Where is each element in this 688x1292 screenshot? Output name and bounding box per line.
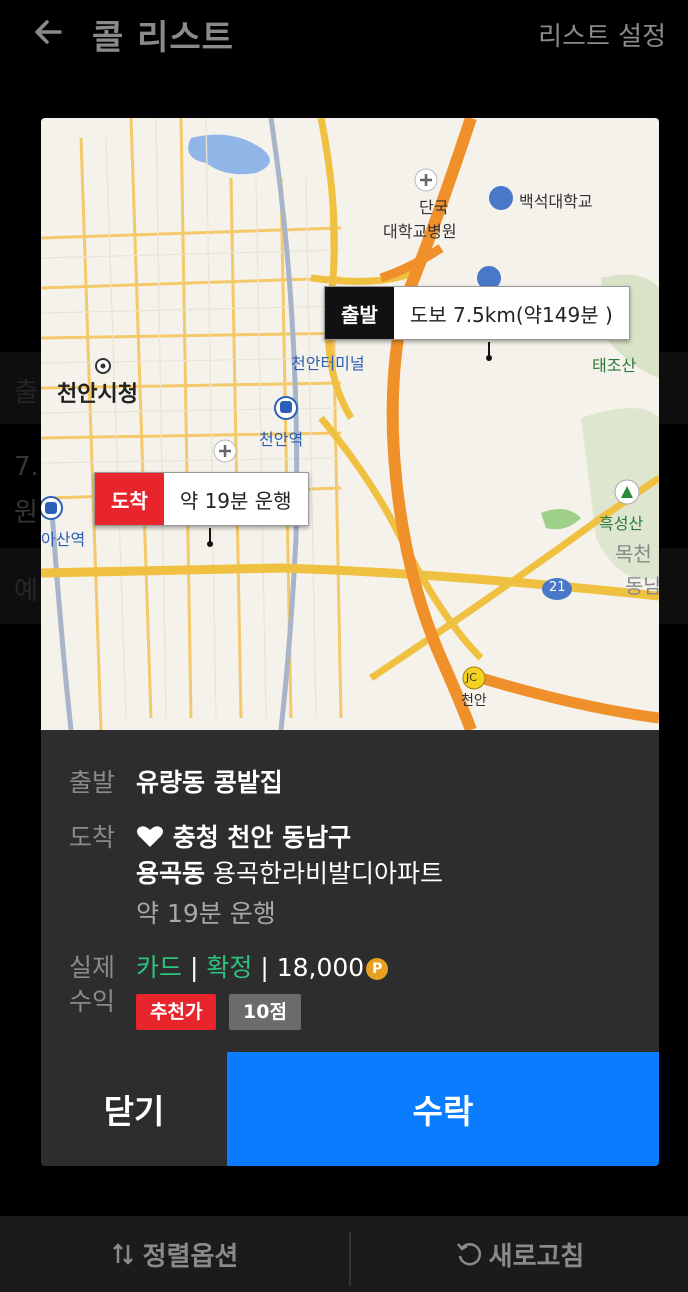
fare-amount: 18,000	[276, 953, 365, 982]
accept-button[interactable]: 수락	[227, 1052, 659, 1166]
departure-distance: 도보 7.5km(약149분 )	[409, 302, 613, 327]
arrival-duration-text: 약 19분 운행	[136, 899, 276, 928]
separator: |	[189, 953, 199, 982]
sort-options-label: 정렬옵션	[142, 1241, 239, 1272]
map-label: 태조산	[592, 356, 637, 375]
arrival-callout[interactable]: 도착 약 19분 운행	[94, 472, 309, 526]
refresh-button[interactable]: 새로고침	[351, 1216, 688, 1292]
payment-status: 확정	[206, 953, 253, 982]
bottom-bar: 정렬옵션 새로고침	[0, 1216, 688, 1292]
departure-value: 유량동 콩밭집	[136, 768, 283, 797]
refresh-label: 새로고침	[488, 1241, 585, 1272]
departure-callout[interactable]: 출발 도보 7.5km(약149분 )	[324, 286, 630, 340]
sort-options-button[interactable]: 정렬옵션	[0, 1216, 349, 1292]
page-title: 콜 리스트	[92, 18, 234, 58]
arrival-place: 용곡한라비발디아파트	[212, 859, 443, 888]
refresh-icon	[456, 1243, 481, 1266]
departure-tag: 출발	[325, 287, 394, 339]
list-settings-button[interactable]: 리스트 설정	[538, 16, 666, 53]
arrival-duration: 약 19분 운행	[179, 488, 292, 513]
arrival-region: 충청 천안 동남구	[172, 823, 352, 852]
map-label: 동남	[625, 574, 659, 598]
arrival-label: 도착	[69, 823, 116, 852]
departure-pin	[486, 342, 492, 361]
profit-value: 카드 | 확정 | 18,000 P	[136, 948, 389, 984]
point-coin-icon: P	[366, 958, 389, 980]
map-label: 천안역	[259, 430, 304, 449]
map-label: 아산역	[41, 530, 86, 549]
map-label: 천안시청	[57, 382, 138, 407]
recommended-badge: 추천가	[136, 994, 217, 1030]
profit-label-2: 수익	[69, 987, 116, 1016]
map-label: 흑성산	[599, 514, 644, 533]
route-map[interactable]: 단국 대학교병원 백석대학교 천안시청 천안터미널 천안역 아산역 태조산 흑성…	[41, 118, 659, 730]
payment-type: 카드	[136, 953, 183, 982]
profit-label-1: 실제	[69, 953, 116, 982]
arrival-line1: 충청 천안 동남구	[136, 818, 351, 854]
map-label: 백석대학교	[519, 192, 593, 211]
arrival-tag: 도착	[95, 473, 164, 525]
map-label: 단국	[419, 198, 449, 217]
map-label: 대학교병원	[383, 222, 457, 241]
departure-label: 출발	[69, 768, 116, 797]
heart-icon	[137, 826, 163, 847]
arrival-pin	[207, 528, 213, 547]
call-detail-modal: 단국 대학교병원 백석대학교 천안시청 천안터미널 천안역 아산역 태조산 흑성…	[41, 118, 659, 1166]
close-button[interactable]: 닫기	[41, 1052, 227, 1166]
score-badge: 10점	[229, 994, 301, 1030]
map-label: 천안	[461, 693, 487, 709]
back-arrow-icon[interactable]	[30, 14, 66, 50]
map-label: 목천	[615, 542, 652, 566]
map-label: 21	[549, 580, 566, 595]
separator: |	[260, 953, 269, 982]
map-label: 천안터미널	[291, 354, 365, 373]
arrival-line2: 용곡동 용곡한라비발디아파트	[136, 854, 443, 890]
top-bar: 콜 리스트 리스트 설정	[0, 0, 688, 64]
sort-icon	[112, 1243, 133, 1265]
arrival-dong: 용곡동	[136, 859, 206, 888]
map-label: JC	[466, 671, 477, 684]
